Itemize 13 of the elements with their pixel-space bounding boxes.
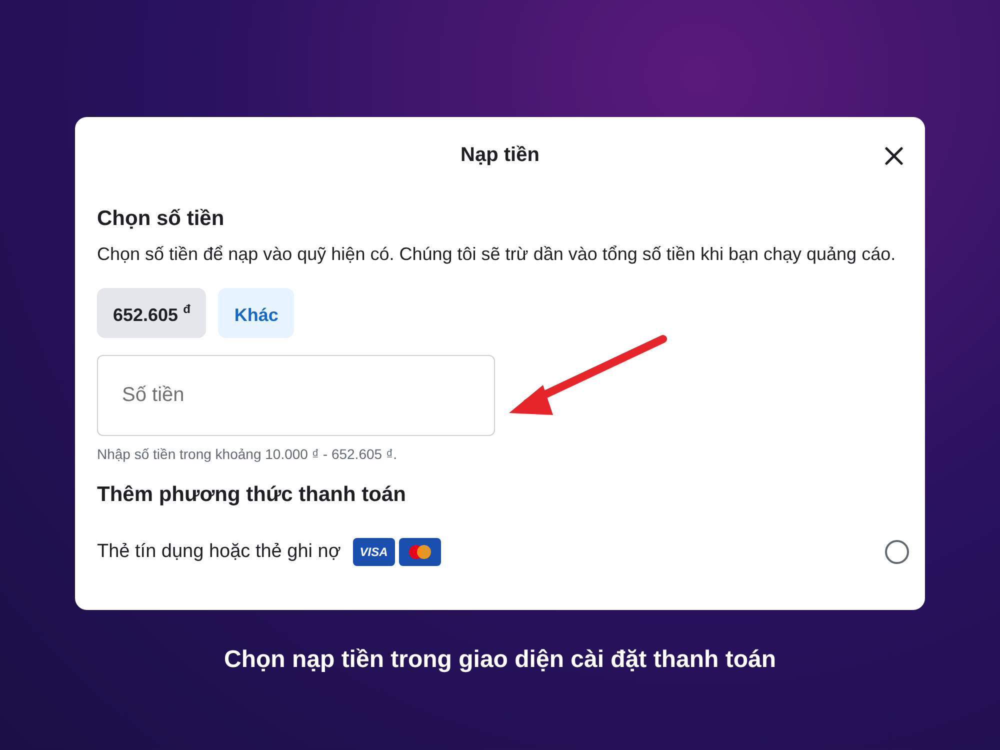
helper-text: Nhập số tiền trong khoảng 10.000 ₫ - 652.605 ₫.	[97, 444, 398, 464]
amount-option[interactable]: Khác	[218, 288, 294, 338]
caption: Chọn nạp tiền trong giao diện cài đặt thanh toán	[224, 645, 776, 675]
payment-title: Thêm phương thức thanh toán	[97, 482, 407, 508]
amount-option[interactable]: 652.605 đ	[97, 288, 206, 338]
visa-logo: VISA	[352, 538, 395, 566]
payment-method-label: Thẻ tín dụng hoặc thẻ ghi nợ	[97, 540, 341, 564]
amount-input[interactable]: Số tiền	[97, 354, 495, 436]
payment-radio[interactable]	[885, 540, 909, 564]
dialog-title: Nạp tiền	[460, 143, 540, 168]
section-title: Chọn số tiền	[97, 206, 226, 232]
section-description: Chọn số tiền để nạp vào quỹ hiện có. Chúng tôi sẽ trừ dần vào tổng số tiền khi bạn chạy quảng cáo.	[97, 242, 897, 266]
mastercard-logo	[398, 538, 441, 566]
